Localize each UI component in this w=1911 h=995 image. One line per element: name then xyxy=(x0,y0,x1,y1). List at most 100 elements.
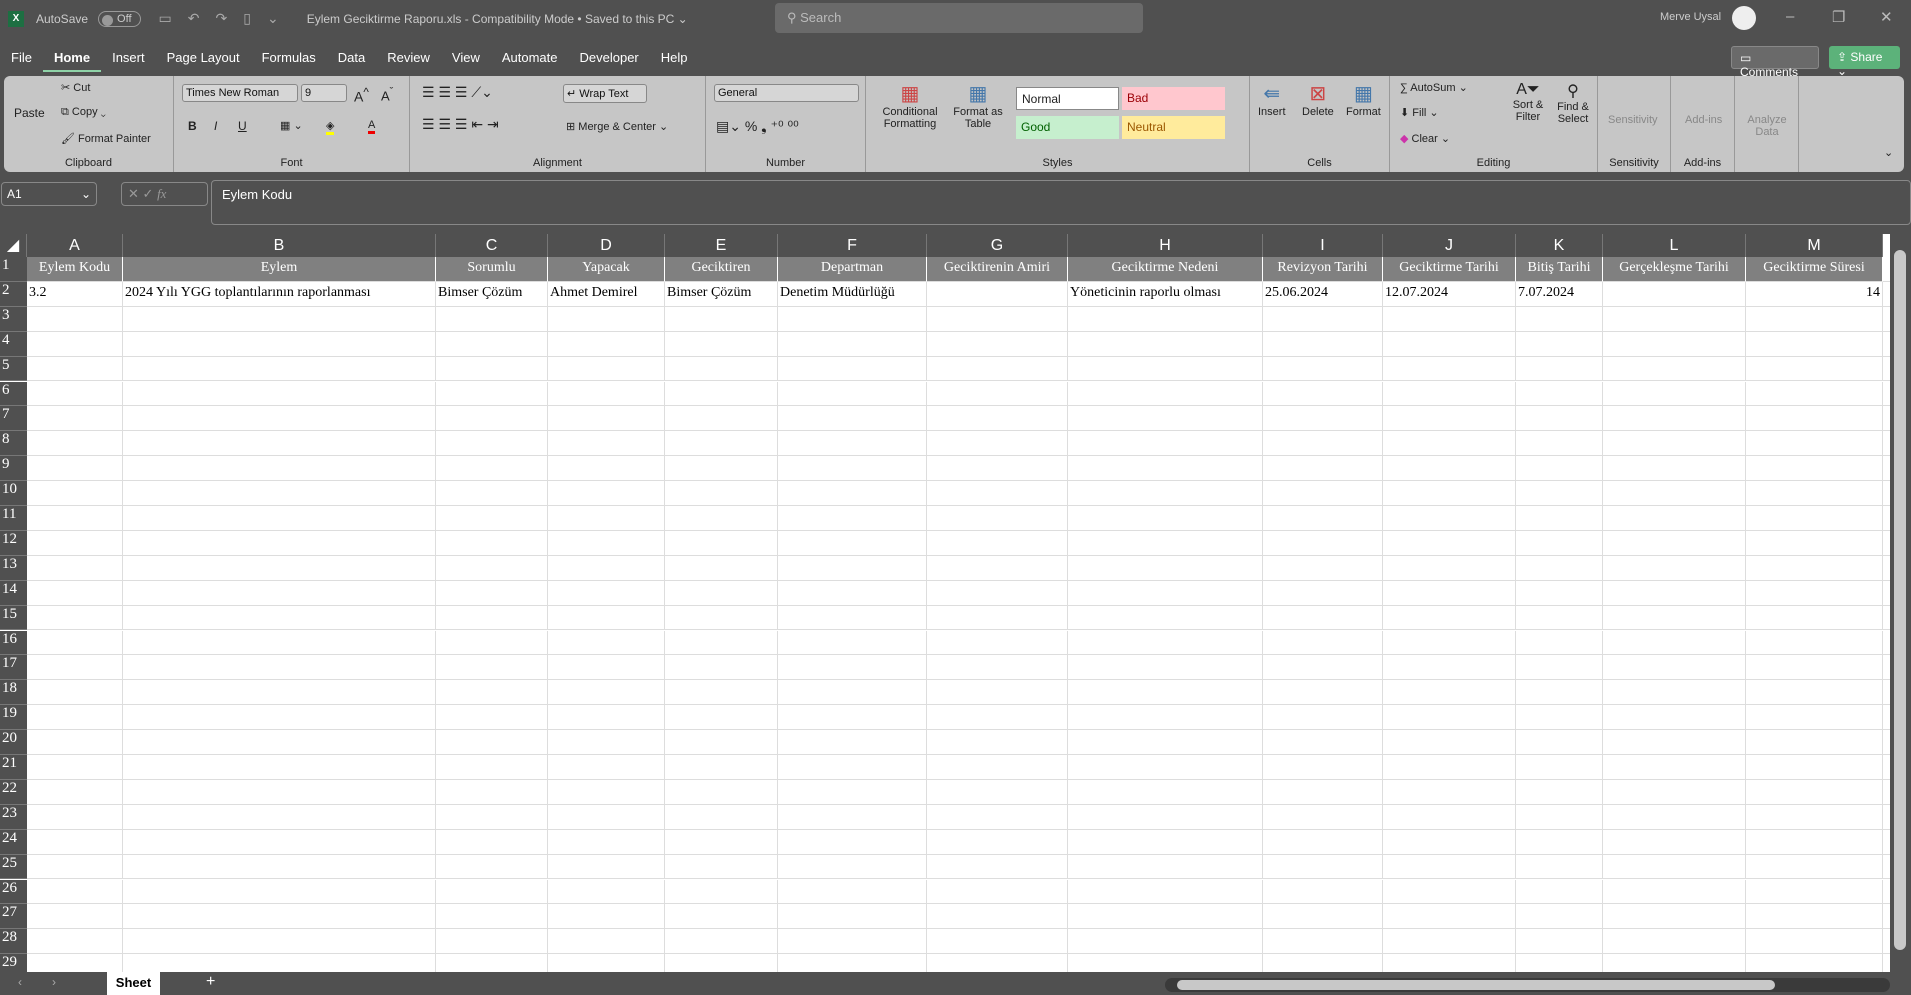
row-header[interactable]: 7 xyxy=(0,406,27,432)
column-header-L[interactable]: L xyxy=(1603,234,1746,257)
cell[interactable] xyxy=(1883,805,1890,830)
cell[interactable] xyxy=(27,779,123,805)
cell[interactable] xyxy=(1883,755,1890,780)
tab-help[interactable]: Help xyxy=(650,44,699,72)
cell[interactable] xyxy=(1516,954,1603,972)
cell[interactable] xyxy=(927,730,1068,755)
cell[interactable] xyxy=(436,779,548,805)
cell[interactable] xyxy=(1263,630,1383,656)
cell[interactable] xyxy=(665,879,778,905)
cell[interactable] xyxy=(548,381,665,407)
cell[interactable] xyxy=(1603,730,1746,755)
cell[interactable] xyxy=(1883,556,1890,581)
cell[interactable] xyxy=(548,804,665,830)
fill-button[interactable]: ⬇ Fill ⌄ xyxy=(1400,106,1439,119)
cell[interactable] xyxy=(665,555,778,581)
cell[interactable] xyxy=(123,730,436,755)
cell[interactable] xyxy=(778,481,927,506)
cell[interactable] xyxy=(778,356,927,382)
header-cell[interactable]: Geciktirenin Amiri xyxy=(927,257,1068,282)
cell[interactable] xyxy=(1263,605,1383,631)
cell[interactable] xyxy=(123,630,436,656)
cell[interactable] xyxy=(1068,456,1263,482)
cell[interactable] xyxy=(27,381,123,407)
cell[interactable] xyxy=(1603,530,1746,556)
cell[interactable] xyxy=(436,481,548,506)
borders-icon[interactable]: ▦ ⌄ xyxy=(280,119,303,132)
cell[interactable] xyxy=(665,929,778,955)
cell[interactable] xyxy=(665,506,778,531)
cell[interactable] xyxy=(1068,755,1263,780)
tab-data[interactable]: Data xyxy=(327,44,376,72)
cell[interactable] xyxy=(1263,655,1383,681)
cell[interactable] xyxy=(1068,779,1263,805)
cell[interactable] xyxy=(27,530,123,556)
cell[interactable] xyxy=(1263,929,1383,955)
cell[interactable] xyxy=(665,680,778,706)
cell[interactable] xyxy=(1383,705,1516,731)
row-header[interactable]: 24 xyxy=(0,829,27,855)
cell[interactable] xyxy=(665,381,778,407)
row-header[interactable]: 15 xyxy=(0,605,27,631)
cell[interactable] xyxy=(123,431,436,457)
cell[interactable] xyxy=(1263,829,1383,855)
cell[interactable] xyxy=(548,730,665,755)
cell[interactable] xyxy=(778,506,927,531)
column-header-I[interactable]: I xyxy=(1263,234,1383,257)
cell[interactable] xyxy=(1603,829,1746,855)
cell[interactable] xyxy=(1516,705,1603,731)
cell[interactable] xyxy=(27,954,123,972)
cell[interactable] xyxy=(665,481,778,506)
cell[interactable] xyxy=(123,530,436,556)
collapse-ribbon-icon[interactable]: ⌄ xyxy=(1884,146,1893,159)
cell[interactable] xyxy=(1383,829,1516,855)
cell[interactable] xyxy=(1068,904,1263,930)
cell[interactable] xyxy=(1603,406,1746,432)
cell[interactable] xyxy=(927,481,1068,506)
cell[interactable] xyxy=(665,406,778,432)
delete-button[interactable]: ⊠ Delete xyxy=(1302,81,1334,118)
cell[interactable] xyxy=(436,879,548,905)
user-name[interactable]: Merve Uysal xyxy=(1660,11,1721,23)
copy-button[interactable]: ⧉ Copy ⌄ xyxy=(61,106,106,119)
customize-qat-icon[interactable]: ⌄ xyxy=(267,10,279,27)
cell[interactable] xyxy=(1516,680,1603,706)
row-header[interactable]: 5 xyxy=(0,356,27,382)
cell[interactable] xyxy=(1516,306,1603,332)
cell[interactable] xyxy=(1068,481,1263,506)
cell[interactable] xyxy=(548,306,665,332)
cell[interactable] xyxy=(548,829,665,855)
cell[interactable] xyxy=(1383,954,1516,972)
conditional-formatting-button[interactable]: ▦ Conditional Formatting xyxy=(880,81,940,130)
cell[interactable] xyxy=(27,406,123,432)
cell[interactable] xyxy=(1746,954,1883,972)
comments-button[interactable]: ▭ Comments xyxy=(1731,46,1819,79)
cell[interactable] xyxy=(1603,381,1746,407)
cell[interactable] xyxy=(1263,431,1383,457)
cell[interactable] xyxy=(548,929,665,955)
cell[interactable] xyxy=(1746,555,1883,581)
name-box[interactable]: A1 ⌄ xyxy=(1,182,97,206)
prev-sheet-icon[interactable]: ‹ xyxy=(18,975,22,989)
cell[interactable] xyxy=(927,929,1068,955)
cell[interactable] xyxy=(1263,854,1383,880)
cell[interactable] xyxy=(123,580,436,606)
cell[interactable] xyxy=(1516,804,1603,830)
column-header-G[interactable]: G xyxy=(927,234,1068,257)
row-header[interactable]: 6 xyxy=(0,381,27,407)
cell[interactable] xyxy=(1746,680,1883,706)
vertical-scroll-thumb[interactable] xyxy=(1894,250,1906,950)
cell[interactable] xyxy=(665,804,778,830)
cell[interactable] xyxy=(436,705,548,731)
cell[interactable] xyxy=(778,580,927,606)
avatar[interactable] xyxy=(1732,6,1756,30)
cell[interactable] xyxy=(1263,381,1383,407)
cell[interactable] xyxy=(1746,605,1883,631)
fill-color-icon[interactable]: ◈ xyxy=(326,119,335,135)
cell[interactable] xyxy=(548,605,665,631)
cell[interactable] xyxy=(27,904,123,930)
cell[interactable] xyxy=(1603,705,1746,731)
cell[interactable] xyxy=(778,630,927,656)
cell[interactable] xyxy=(1516,779,1603,805)
cell[interactable] xyxy=(778,605,927,631)
